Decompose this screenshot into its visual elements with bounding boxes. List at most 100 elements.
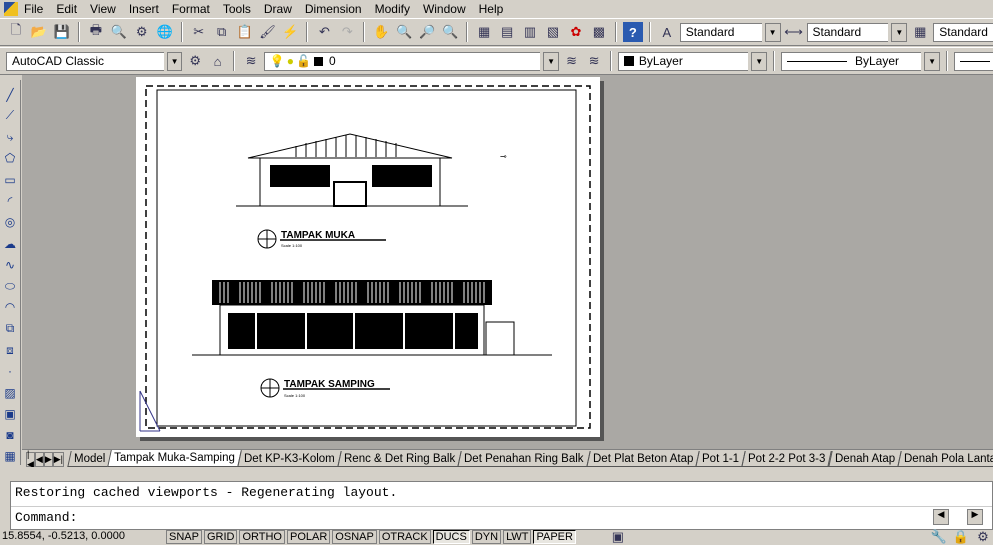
insert-block-icon[interactable]: ⧉ [2,320,18,337]
lineweight-select[interactable] [953,51,993,71]
table-style-select[interactable]: Standard [933,22,993,42]
plot-icon[interactable]: 🖶 [86,22,106,42]
chevron-down-icon[interactable]: ▼ [891,22,908,42]
ducs-toggle[interactable]: DUCS [432,530,470,544]
drawing-area[interactable]: ⊸ TAMPAK MUKA Scale 1:100 TAMPAK SAMPING… [22,75,993,449]
text-style-select[interactable]: Standard [679,22,762,42]
polygon-icon[interactable]: ⬠ [2,150,18,167]
last-tab-button[interactable]: ▶| [52,452,65,467]
zoom-window-icon[interactable]: 🔎 [417,22,437,42]
dyn-toggle[interactable]: DYN [471,530,502,544]
region-icon[interactable]: ◙ [2,427,18,444]
ellipse-arc-icon[interactable]: ◠ [2,299,18,316]
construction-line-icon[interactable]: ⟋ [2,107,18,124]
properties-icon[interactable]: ▦ [474,22,494,42]
menu-insert[interactable]: Insert [129,2,159,16]
table-icon[interactable]: ▦ [2,448,18,465]
plot-preview-icon[interactable]: 🔍 [109,22,129,42]
block-editor-icon[interactable]: ⚡ [280,22,300,42]
tray-settings-icon[interactable]: ⚙ [973,529,993,544]
command-window[interactable]: Restoring cached viewports - Regeneratin… [10,481,993,530]
tab-pot-1-1[interactable]: Pot 1-1 [695,451,746,467]
calculator-icon[interactable]: ▩ [589,22,609,42]
workspace-settings-icon[interactable]: ⚙ [185,51,204,71]
chevron-down-icon[interactable]: ▼ [764,22,781,42]
menu-file[interactable]: File [24,2,43,16]
menu-help[interactable]: Help [479,2,504,16]
zoom-previous-icon[interactable]: 🔍 [440,22,460,42]
lock-icon[interactable]: 🔒 [951,529,971,544]
osnap-toggle[interactable]: OSNAP [332,530,377,544]
design-center-icon[interactable]: ▤ [497,22,517,42]
tool-palettes-icon[interactable]: ▥ [520,22,540,42]
make-block-icon[interactable]: ⧈ [2,341,18,358]
menu-draw[interactable]: Draw [264,2,292,16]
layer-select[interactable]: 💡 ● 🔓 0 [263,51,541,71]
grid-toggle[interactable]: GRID [203,530,238,544]
tab-denah-pola-lantai[interactable]: Denah Pola Lantai [896,451,993,467]
gradient-icon[interactable]: ▣ [2,405,18,422]
polar-toggle[interactable]: POLAR [287,530,331,544]
save-icon[interactable]: 💾 [52,22,72,42]
open-icon[interactable]: 📂 [29,22,49,42]
help-icon[interactable]: ? [622,22,643,42]
circle-icon[interactable]: ◎ [2,214,18,231]
web-icon[interactable]: 🌐 [155,22,175,42]
color-select[interactable]: ByLayer [617,51,749,71]
first-tab-button[interactable]: |◀ [26,450,35,467]
pan-icon[interactable]: ✋ [371,22,391,42]
menu-window[interactable]: Window [423,2,466,16]
tab-det-plat-beton-atap[interactable]: Det Plat Beton Atap [586,451,700,467]
menu-tools[interactable]: Tools [223,2,251,16]
tab-denah-atap[interactable]: Denah Atap [827,451,902,467]
new-icon[interactable]: 🗋 [6,22,26,42]
snap-toggle[interactable]: SNAP [166,530,202,544]
markup-icon[interactable]: ✿ [566,22,586,42]
ellipse-icon[interactable]: ⬭ [2,278,18,295]
next-tab-button[interactable]: ▶ [43,452,53,467]
menu-dimension[interactable]: Dimension [305,2,362,16]
scroll-right-button[interactable]: ▶ [967,509,983,525]
tab-model[interactable]: Model [67,451,113,467]
layer-previous-icon[interactable]: ≋ [584,51,603,71]
tab-renc-det-ring-balk[interactable]: Renc & Det Ring Balk [337,451,462,467]
redo-icon[interactable]: ↷ [337,22,357,42]
otrack-toggle[interactable]: OTRACK [378,530,431,544]
rectangle-icon[interactable]: ▭ [2,171,18,188]
tab-tampak-muka-samping[interactable]: Tampak Muka-Samping [107,450,242,467]
hatch-icon[interactable]: ▨ [2,384,18,401]
copy-icon[interactable]: ⧉ [212,22,232,42]
publish-icon[interactable]: ⚙ [132,22,152,42]
zoom-realtime-icon[interactable]: 🔍 [394,22,414,42]
sheet-set-icon[interactable]: ▧ [543,22,563,42]
chevron-down-icon[interactable]: ▼ [166,51,183,71]
revcloud-icon[interactable]: ☁ [2,235,18,252]
prev-tab-button[interactable]: ◀ [34,452,44,467]
menu-modify[interactable]: Modify [375,2,410,16]
ortho-toggle[interactable]: ORTHO [239,530,285,544]
menu-format[interactable]: Format [172,2,210,16]
paste-icon[interactable]: 📋 [235,22,255,42]
chevron-down-icon[interactable]: ▼ [543,51,559,71]
chevron-down-icon[interactable]: ▼ [751,51,767,71]
polyline-icon[interactable]: ⤷ [2,129,18,146]
chevron-down-icon[interactable]: ▼ [924,51,940,71]
match-properties-icon[interactable]: 🖌 [258,22,278,42]
make-layer-current-icon[interactable]: ≋ [562,51,581,71]
tab-det-kp-k3-kolom[interactable]: Det KP-K3-Kolom [237,451,342,467]
lwt-toggle[interactable]: LWT [503,530,532,544]
arc-icon[interactable]: ◜ [2,192,18,209]
tab-det-penahan-ring-balk[interactable]: Det Penahan Ring Balk [457,451,591,467]
my-workspace-icon[interactable]: ⌂ [208,51,227,71]
cut-icon[interactable]: ✂ [189,22,209,42]
menu-edit[interactable]: Edit [56,2,77,16]
spline-icon[interactable]: ∿ [2,256,18,273]
layer-manager-icon[interactable]: ≋ [241,51,260,71]
point-icon[interactable]: · [2,363,18,380]
maximize-viewport-icon[interactable]: ▣ [608,529,628,544]
menu-view[interactable]: View [90,2,116,16]
scroll-left-button[interactable]: ◀ [933,509,949,525]
linetype-select[interactable]: ByLayer [780,51,922,71]
paper-toggle[interactable]: PAPER [533,530,576,544]
dim-style-select[interactable]: Standard [806,22,889,42]
